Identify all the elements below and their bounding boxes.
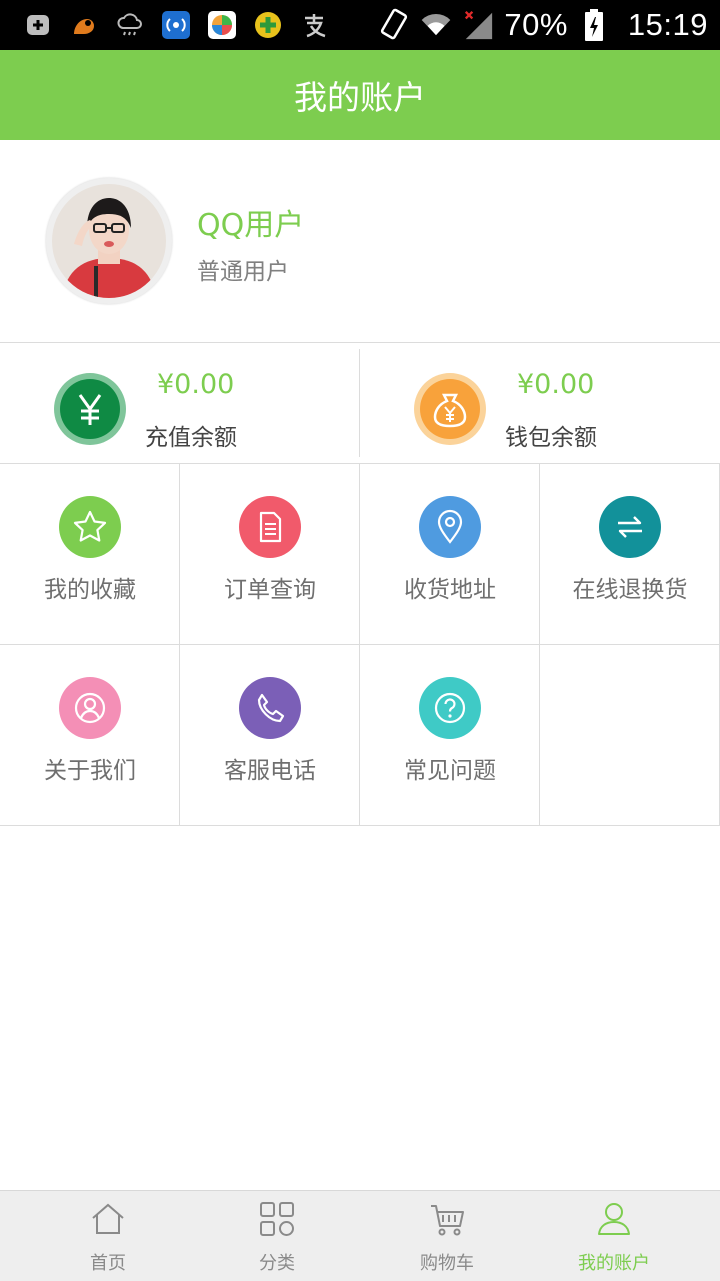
question-icon xyxy=(419,677,481,739)
alipay-icon xyxy=(298,9,330,41)
nav-label: 分类 xyxy=(259,1253,295,1274)
grid-icon xyxy=(259,1201,295,1237)
home-icon xyxy=(90,1201,126,1237)
wallet-balance[interactable]: ¥0.00 钱包余额 xyxy=(360,343,719,463)
menu-label: 关于我们 xyxy=(44,758,136,784)
wifi-icon xyxy=(420,9,452,41)
menu-returns[interactable]: 在线退换货 xyxy=(540,464,720,645)
wallet-balance-label: 钱包余额 xyxy=(505,425,597,451)
menu-label: 在线退换货 xyxy=(572,577,688,603)
phone-icon xyxy=(239,677,301,739)
no-signal-icon xyxy=(462,9,494,41)
cart-icon xyxy=(429,1201,465,1237)
menu-label: 客服电话 xyxy=(224,758,316,784)
battery-percent: 70% xyxy=(504,7,568,42)
menu-label: 我的收藏 xyxy=(44,577,136,603)
avatar[interactable] xyxy=(46,178,172,304)
profile-section[interactable]: QQ用户 普通用户 xyxy=(0,140,720,343)
menu-grid: 我的收藏 订单查询 收货地址 在线退换货 关于我们 客服电话 常见问题 xyxy=(0,464,720,826)
status-bar: 70% 15:19 xyxy=(0,0,720,50)
nav-label: 我的账户 xyxy=(578,1253,650,1274)
uc-browser-icon xyxy=(68,9,100,41)
battery-charging-icon xyxy=(578,9,610,41)
nav-cart[interactable]: 购物车 xyxy=(357,1191,537,1281)
menu-faq[interactable]: 常见问题 xyxy=(360,645,540,826)
money-bag-icon xyxy=(414,373,486,445)
user-circle-icon xyxy=(59,677,121,739)
app-header: 我的账户 xyxy=(0,50,720,140)
menu-orders[interactable]: 订单查询 xyxy=(180,464,360,645)
star-icon xyxy=(59,496,121,558)
menu-address[interactable]: 收货地址 xyxy=(360,464,540,645)
bottom-nav: 首页 分类 购物车 我的账户 xyxy=(0,1190,720,1281)
menu-service-phone[interactable]: 客服电话 xyxy=(180,645,360,826)
nav-home[interactable]: 首页 xyxy=(18,1191,198,1281)
yuan-icon xyxy=(54,373,126,445)
recharge-balance-label: 充值余额 xyxy=(145,425,237,451)
wallet-balance-amount: ¥0.00 xyxy=(517,369,595,400)
add-icon xyxy=(22,9,54,41)
user-name: QQ用户 xyxy=(197,208,305,243)
balance-section: ¥0.00 充值余额 ¥0.00 钱包余额 xyxy=(0,343,720,464)
menu-favorites[interactable]: 我的收藏 xyxy=(0,464,180,645)
user-icon xyxy=(596,1201,632,1237)
nav-label: 首页 xyxy=(90,1253,126,1274)
clock: 15:19 xyxy=(627,7,708,42)
nav-label: 购物车 xyxy=(420,1253,474,1274)
recharge-balance[interactable]: ¥0.00 充值余额 xyxy=(0,343,359,463)
menu-about[interactable]: 关于我们 xyxy=(0,645,180,826)
phone-rotate-icon xyxy=(378,8,410,41)
menu-empty-cell xyxy=(540,645,720,826)
weather-icon xyxy=(114,9,146,41)
location-pin-icon xyxy=(419,496,481,558)
document-icon xyxy=(239,496,301,558)
plus-app-icon xyxy=(252,9,284,41)
nav-category[interactable]: 分类 xyxy=(187,1191,367,1281)
color-app-icon xyxy=(206,9,238,41)
menu-label: 常见问题 xyxy=(404,758,496,784)
recharge-balance-amount: ¥0.00 xyxy=(157,369,235,400)
menu-label: 收货地址 xyxy=(404,577,496,603)
exchange-icon xyxy=(599,496,661,558)
wifi-hotspot-icon xyxy=(160,9,192,41)
page-title: 我的账户 xyxy=(294,78,426,117)
user-level: 普通用户 xyxy=(197,259,289,285)
menu-label: 订单查询 xyxy=(224,577,316,603)
nav-my-account[interactable]: 我的账户 xyxy=(524,1191,704,1281)
